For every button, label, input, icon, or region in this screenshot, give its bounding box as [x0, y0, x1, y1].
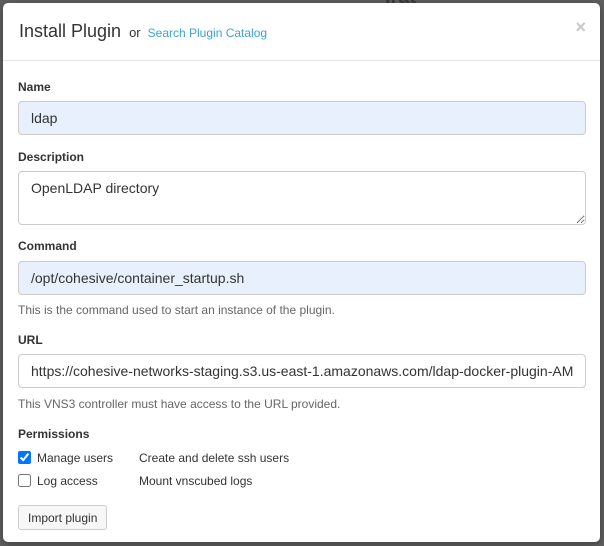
name-input[interactable] — [18, 101, 586, 135]
modal-title: Install Plugin or Search Plugin Catalog — [19, 21, 267, 42]
import-plugin-button[interactable]: Import plugin — [18, 505, 108, 530]
command-label: Command — [18, 239, 77, 253]
close-icon[interactable]: × — [575, 18, 586, 36]
modal-title-text: Install Plugin — [19, 21, 122, 41]
description-textarea[interactable]: OpenLDAP directory — [18, 171, 586, 225]
url-input[interactable] — [18, 354, 586, 388]
modal-header: Install Plugin or Search Plugin Catalog … — [3, 3, 600, 61]
permission-description: Create and delete ssh users — [139, 451, 290, 465]
command-help-text: This is the command used to start an ins… — [18, 303, 335, 317]
log-access-checkbox[interactable] — [18, 474, 31, 487]
permissions-label: Permissions — [18, 427, 90, 441]
permission-description: Mount vnscubed logs — [139, 474, 253, 488]
name-label: Name — [18, 80, 51, 94]
url-label: URL — [18, 333, 43, 347]
install-plugin-modal: Install Plugin or Search Plugin Catalog … — [3, 3, 600, 542]
permission-name: Manage users — [37, 451, 114, 465]
url-help-text: This VNS3 controller must have access to… — [18, 397, 341, 411]
search-plugin-catalog-link[interactable]: Search Plugin Catalog — [148, 26, 267, 40]
or-text: or — [129, 25, 141, 40]
description-label: Description — [18, 150, 85, 164]
manage-users-checkbox[interactable] — [18, 451, 31, 464]
permission-name: Log access — [37, 474, 98, 488]
command-input[interactable] — [18, 261, 586, 295]
